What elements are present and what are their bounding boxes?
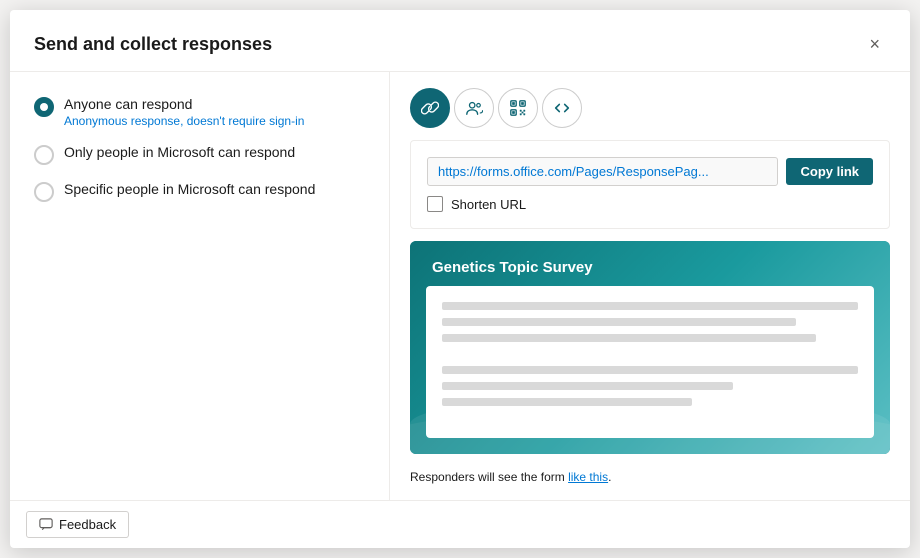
form-line-4 [442,366,858,374]
form-line-1 [442,302,858,310]
radio-circle-anyone [34,97,54,117]
send-collect-modal: Send and collect responses × Anyone can … [10,10,910,548]
radio-microsoft[interactable]: Only people in Microsoft can respond [34,144,365,165]
preview-background: Genetics Topic Survey [410,241,890,454]
form-line-6 [442,398,692,406]
radio-label-specific: Specific people in Microsoft can respond [64,181,315,197]
close-button[interactable]: × [863,30,886,59]
tab-qr[interactable] [498,88,538,128]
right-panel: https://forms.office.com/Pages/ResponseP… [390,72,910,500]
tab-row [410,88,890,128]
shorten-label: Shorten URL [451,197,526,212]
modal-title: Send and collect responses [34,34,272,55]
modal-body: Anyone can respond Anonymous response, d… [10,72,910,500]
feedback-label: Feedback [59,517,116,532]
radio-subtext-anyone: Anonymous response, doesn't require sign… [64,114,304,128]
preview-footer: Responders will see the form like this. [410,466,890,484]
form-gap [442,350,858,358]
radio-anyone[interactable]: Anyone can respond Anonymous response, d… [34,96,365,128]
preview-footer-suffix: . [608,470,611,484]
radio-circle-microsoft [34,145,54,165]
link-section: https://forms.office.com/Pages/ResponseP… [410,140,890,229]
radio-text-anyone: Anyone can respond [64,96,304,112]
preview-footer-text: Responders will see the form [410,470,568,484]
radio-label-anyone: Anyone can respond Anonymous response, d… [64,96,304,128]
modal-header: Send and collect responses × [10,10,910,72]
feedback-bar: Feedback [10,500,910,548]
radio-circle-specific [34,182,54,202]
tab-embed[interactable] [542,88,582,128]
copy-link-button[interactable]: Copy link [786,158,873,185]
feedback-icon [39,518,53,532]
radio-specific[interactable]: Specific people in Microsoft can respond [34,181,365,202]
survey-preview-title: Genetics Topic Survey [410,241,890,286]
radio-text-microsoft: Only people in Microsoft can respond [64,144,295,160]
link-row: https://forms.office.com/Pages/ResponseP… [427,157,873,186]
tab-link[interactable] [410,88,450,128]
form-line-2 [442,318,796,326]
form-line-5 [442,382,733,390]
form-line-3 [442,334,816,342]
radio-label-microsoft: Only people in Microsoft can respond [64,144,295,160]
feedback-button[interactable]: Feedback [26,511,129,538]
left-panel: Anyone can respond Anonymous response, d… [10,72,390,500]
tab-collaborate[interactable] [454,88,494,128]
shorten-row: Shorten URL [427,196,873,212]
preview-card: Genetics Topic Survey [410,241,890,454]
preview-form-card [426,286,874,438]
preview-footer-link[interactable]: like this [568,470,608,484]
shorten-url-checkbox[interactable] [427,196,443,212]
radio-text-specific: Specific people in Microsoft can respond [64,181,315,197]
link-url: https://forms.office.com/Pages/ResponseP… [427,157,778,186]
